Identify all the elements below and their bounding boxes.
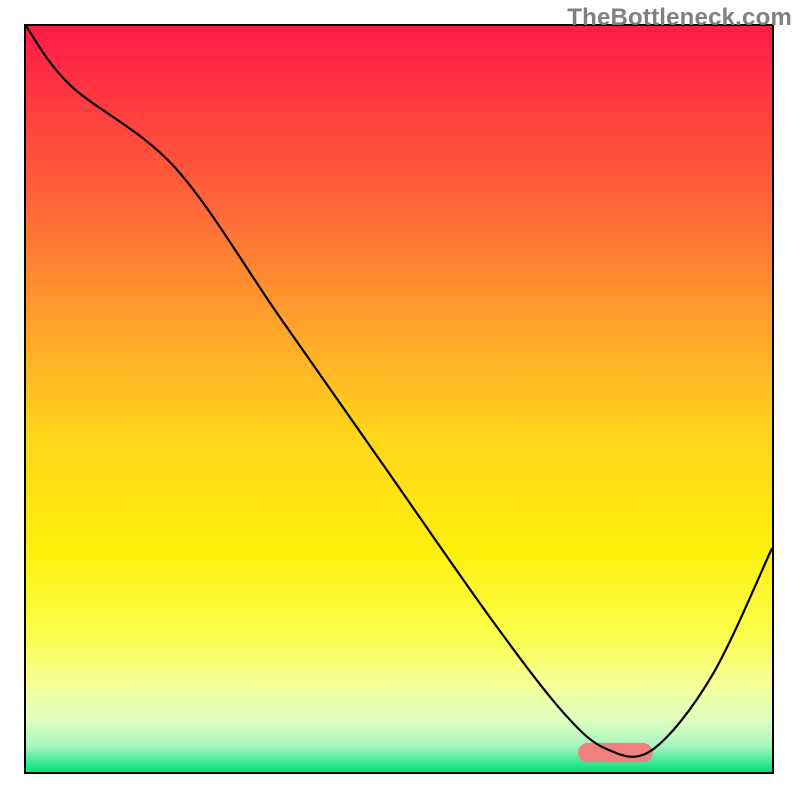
background-rect: [26, 26, 772, 772]
watermark-label: TheBottleneck.com: [567, 4, 792, 32]
chart-frame: TheBottleneck.com: [0, 0, 800, 800]
plot-svg: [26, 26, 772, 772]
plot-area: [24, 24, 774, 774]
